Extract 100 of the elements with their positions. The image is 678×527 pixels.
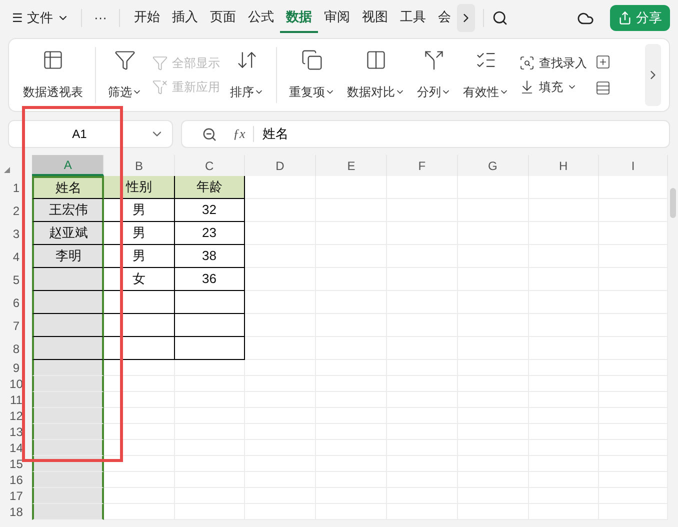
ribbon-button[interactable]: 排序 [224, 49, 270, 101]
table-cell [244, 268, 316, 291]
table-cell [244, 360, 316, 376]
table-cell [104, 291, 175, 314]
column-header[interactable]: H [528, 155, 600, 176]
row-header[interactable]: 17 [0, 488, 32, 504]
table-cell [104, 472, 175, 488]
search-icon[interactable] [492, 10, 508, 26]
table-cell [244, 291, 316, 314]
scrollbar-thumb[interactable] [670, 188, 676, 218]
row-header[interactable]: 2 [0, 199, 32, 222]
ribbon-button[interactable]: 填充 [519, 78, 587, 96]
table-cell [244, 199, 316, 222]
row-header[interactable]: 11 [0, 392, 32, 408]
ribbon-button[interactable]: 数据对比 [341, 49, 411, 101]
zoom-out-icon [202, 126, 217, 142]
split-icon [423, 49, 445, 71]
menu-icon: ☰ [12, 9, 23, 27]
row-header[interactable]: 4 [0, 245, 32, 268]
table-cell: 23 [174, 222, 245, 245]
column-header[interactable]: E [316, 155, 388, 176]
table-cell: 男 [104, 199, 175, 222]
row-header[interactable]: 1 [0, 176, 32, 199]
row-header[interactable]: 7 [0, 314, 32, 337]
column-header[interactable]: D [244, 155, 316, 176]
table-cell: 38 [174, 245, 245, 268]
table-cell [104, 504, 175, 520]
ribbon-button[interactable]: 重复项 [283, 49, 341, 101]
ribbon-tab[interactable]: 公式 [242, 3, 280, 33]
table-cell [104, 424, 175, 440]
column-header[interactable]: F [387, 155, 458, 176]
ribbon-tab[interactable]: 视图 [356, 3, 394, 33]
table-cell: 男 [104, 245, 175, 268]
table-cell [174, 314, 245, 337]
row-header[interactable]: 14 [0, 440, 32, 456]
table-cell [104, 440, 175, 456]
add-icon[interactable] [595, 54, 611, 70]
row-header[interactable]: 18 [0, 504, 32, 520]
table-cell: 36 [174, 268, 245, 291]
share-button[interactable]: 分享 [610, 5, 670, 31]
fx-icon: ƒx [233, 124, 246, 144]
row-header[interactable]: 5 [0, 268, 32, 291]
more-button[interactable]: ··· [90, 8, 111, 28]
row-header[interactable]: 13 [0, 424, 32, 440]
table-cell: 年龄 [174, 176, 245, 199]
table-cell [244, 245, 316, 268]
ribbon-tab[interactable]: 页面 [204, 3, 242, 33]
ribbon-button[interactable]: 查找录入 [519, 54, 587, 72]
table-cell [174, 360, 245, 376]
ribbon-tab[interactable]: 工具 [394, 3, 432, 33]
ribbon-tab[interactable]: 开始 [128, 3, 166, 33]
table-cell [244, 176, 316, 199]
ribbon-tab[interactable]: 数据 [280, 3, 318, 33]
row-header[interactable]: 6 [0, 291, 32, 314]
table-cell [104, 392, 175, 408]
ribbon-tab[interactable]: 插入 [166, 3, 204, 33]
table-cell [244, 337, 316, 360]
columns-icon [365, 49, 387, 71]
table-cell [104, 314, 175, 337]
ribbon-button[interactable]: 有效性 [457, 49, 515, 101]
table-cell: 男 [104, 222, 175, 245]
table-cell: 姓名 [32, 176, 104, 199]
ribbon-button[interactable]: 筛选 [102, 49, 148, 101]
column-header[interactable]: G [458, 155, 528, 176]
funnel-icon [152, 79, 168, 95]
funnel-icon [152, 55, 168, 71]
ribbon-tab[interactable]: 审阅 [318, 3, 356, 33]
row-header[interactable]: 8 [0, 337, 32, 360]
row-header[interactable]: 16 [0, 472, 32, 488]
search-box-icon [519, 55, 535, 71]
tabs-scroll-button[interactable] [457, 4, 475, 32]
table-cell: 王宏伟 [32, 199, 104, 222]
share-icon [618, 11, 632, 25]
formula-bar[interactable]: ƒx 姓名 [181, 120, 670, 148]
table-cell [528, 176, 600, 199]
table-cell [387, 176, 458, 199]
table-cell [316, 176, 388, 199]
column-header[interactable]: I [599, 155, 668, 176]
table-cell: 赵亚斌 [32, 222, 104, 245]
table-cell [458, 176, 528, 199]
name-box[interactable]: A1 [8, 120, 173, 148]
table-cell: 李明 [32, 245, 104, 268]
table-cell: 32 [174, 199, 245, 222]
row-header[interactable]: 15 [0, 456, 32, 472]
table-cell [104, 337, 175, 360]
ribbon-tab[interactable]: 会 [432, 3, 457, 33]
row-header[interactable]: 9 [0, 360, 32, 376]
row-header[interactable]: 3 [0, 222, 32, 245]
table-cell [174, 291, 245, 314]
download-arrow-icon [519, 79, 535, 95]
table-cell [104, 488, 175, 504]
file-menu-button[interactable]: ☰ 文件 [8, 8, 73, 28]
row-header[interactable]: 12 [0, 408, 32, 424]
table-cell [104, 456, 175, 472]
table-cell: 女 [104, 268, 175, 291]
table-cell [244, 314, 316, 337]
rows-icon[interactable] [595, 80, 611, 96]
ribbon-button[interactable]: 分列 [411, 49, 457, 101]
ribbon-button[interactable]: 数据透视表 [17, 49, 89, 101]
table-cell: 性别 [104, 176, 175, 199]
